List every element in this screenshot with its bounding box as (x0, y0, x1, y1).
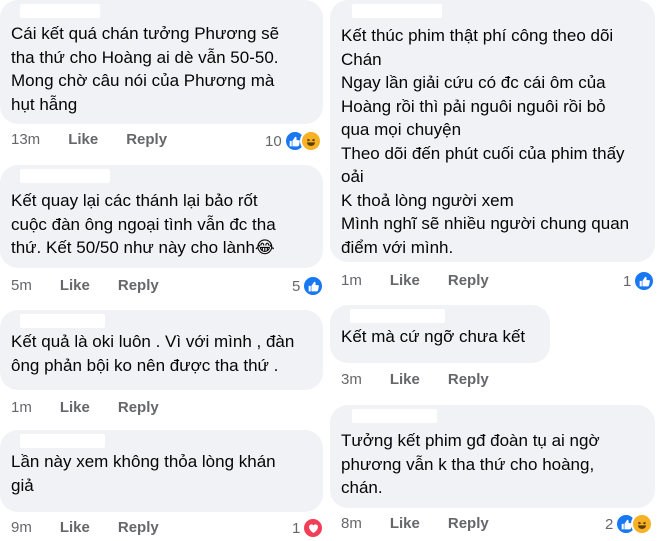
comment-actions: 3m Like Reply (341, 371, 489, 388)
comment-timestamp[interactable]: 1m (341, 272, 362, 289)
comment-bubble: Kết quay lại các thánh lại bảo rốt cuộc … (0, 165, 323, 268)
reply-button[interactable]: Reply (448, 371, 489, 388)
comment-bubble: Lần này xem không thỏa lòng khán giả (0, 430, 323, 512)
comment-text: Kết quay lại các thánh lại bảo rốt cuộc … (11, 191, 276, 257)
comment-text: Kết quả là oki luôn . Vì với mình , đàn … (11, 332, 295, 375)
comment-text: Kết mà cứ ngỡ chưa kết (341, 327, 526, 346)
comment-bubble: Cái kết quá chán tưởng Phương sẽ tha thứ… (0, 0, 323, 124)
comment-bubble: Kết thúc phim thật phí công theo dõi Chá… (330, 0, 655, 262)
reaction-count: 2 (605, 515, 614, 533)
comment-bubble: Tưởng kết phim gđ đoàn tụ ai ngờ phương … (330, 405, 655, 508)
reply-button[interactable]: Reply (448, 515, 489, 532)
comment: Lần này xem không thỏa lòng khán giả 9m … (0, 430, 330, 541)
redacted-author-name[interactable] (20, 4, 100, 18)
comment: Kết thúc phim thật phí công theo dõi Chá… (330, 0, 660, 300)
like-button[interactable]: Like (60, 277, 90, 294)
comment-actions: 5m Like Reply (11, 277, 159, 294)
comment-bubble: Kết quả là oki luôn . Vì với mình , đàn … (0, 310, 323, 390)
comment-timestamp[interactable]: 5m (11, 277, 32, 294)
redacted-author-name[interactable] (352, 4, 442, 18)
redacted-author-name[interactable] (350, 309, 445, 323)
comment-text: Kết thúc phim thật phí công theo dõi Chá… (341, 26, 630, 257)
comment-actions: 1m Like Reply (341, 272, 489, 289)
reaction-count: 5 (292, 277, 301, 295)
reply-button[interactable]: Reply (118, 399, 159, 416)
reaction-summary[interactable]: 1 (623, 270, 656, 292)
reaction-count: 10 (265, 132, 282, 150)
reply-button[interactable]: Reply (126, 131, 167, 148)
comment-text: Lần này xem không thỏa lòng khán giả (11, 452, 276, 495)
comment-timestamp[interactable]: 9m (11, 519, 32, 536)
reply-button[interactable]: Reply (118, 519, 159, 536)
reaction-summary[interactable]: 2 (605, 513, 654, 535)
like-button[interactable]: Like (390, 272, 420, 289)
haha-icon (299, 130, 322, 152)
comment-timestamp[interactable]: 8m (341, 515, 362, 532)
like-icon (633, 270, 656, 292)
comment-timestamp[interactable]: 1m (11, 399, 32, 416)
comment: Kết mà cứ ngỡ chưa kết 3m Like Reply (330, 305, 660, 400)
haha-icon (631, 513, 654, 535)
reaction-summary[interactable]: 10 (265, 130, 322, 152)
like-button[interactable]: Like (60, 399, 90, 416)
love-icon (302, 517, 325, 539)
like-button[interactable]: Like (68, 131, 98, 148)
comment: Kết quay lại các thánh lại bảo rốt cuộc … (0, 165, 330, 300)
comment-actions: 9m Like Reply (11, 519, 159, 536)
comment-actions: 1m Like Reply (11, 399, 159, 416)
comment-bubble: Kết mà cứ ngỡ chưa kết (330, 305, 550, 363)
comment: Kết quả là oki luôn . Vì với mình , đàn … (0, 310, 330, 420)
comment-timestamp[interactable]: 3m (341, 371, 362, 388)
reaction-summary[interactable]: 5 (292, 275, 325, 297)
like-icon (302, 275, 325, 297)
reply-button[interactable]: Reply (448, 272, 489, 289)
like-button[interactable]: Like (390, 515, 420, 532)
redacted-author-name[interactable] (352, 409, 437, 423)
reaction-count: 1 (292, 519, 301, 537)
reaction-count: 1 (623, 272, 632, 290)
redacted-author-name[interactable] (20, 169, 110, 183)
reaction-summary[interactable]: 1 (292, 517, 325, 539)
redacted-author-name[interactable] (20, 314, 105, 328)
comment-text: Tưởng kết phim gđ đoàn tụ ai ngờ phương … (341, 431, 600, 497)
reply-button[interactable]: Reply (118, 277, 159, 294)
comment-timestamp[interactable]: 13m (11, 131, 40, 148)
comment-actions: 13m Like Reply (11, 131, 167, 148)
comment: Tưởng kết phim gđ đoàn tụ ai ngờ phương … (330, 405, 660, 541)
comment-actions: 8m Like Reply (341, 515, 489, 532)
comment-text: Cái kết quá chán tưởng Phương sẽ tha thứ… (11, 24, 280, 114)
redacted-author-name[interactable] (20, 434, 105, 448)
like-button[interactable]: Like (60, 519, 90, 536)
comment: Cái kết quá chán tưởng Phương sẽ tha thứ… (0, 0, 330, 160)
like-button[interactable]: Like (390, 371, 420, 388)
